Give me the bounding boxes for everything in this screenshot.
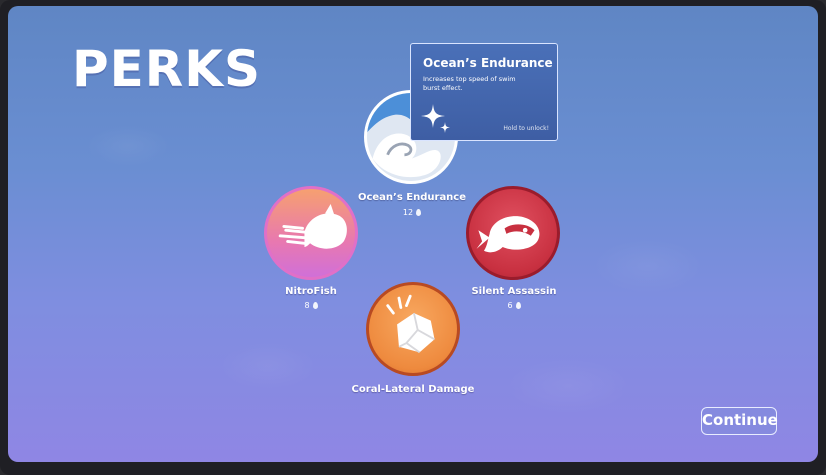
perk-cost-oceans-endurance: 12 [382, 208, 442, 217]
continue-button[interactable]: Continue [701, 407, 778, 435]
tooltip-description: Increases top speed of swim burst effect… [423, 75, 516, 92]
perk-label-coral-lateral-damage: Coral-Lateral Damage [351, 384, 475, 395]
cost-value: 12 [402, 208, 414, 217]
tooltip-title: Ocean’s Endurance [423, 56, 553, 70]
perk-label-oceans-endurance: Ocean’s Endurance [357, 192, 467, 203]
speed-fish-icon [278, 203, 347, 249]
cost-value: 6 [507, 301, 513, 310]
sparkle-icon [421, 104, 450, 133]
ninja-fish-icon [476, 216, 540, 253]
cost-value: 8 [304, 301, 310, 310]
droplet-icon [416, 209, 422, 216]
rock-icon [386, 294, 435, 354]
perk-coral-lateral-damage[interactable] [366, 282, 460, 376]
perk-cost-silent-assassin: 6 [484, 301, 544, 310]
tooltip-hint: Hold to unlock! [503, 125, 549, 132]
perk-label-nitrofish: NitroFish [285, 286, 337, 297]
perk-silent-assassin[interactable] [466, 186, 560, 280]
perk-cost-nitrofish: 8 [281, 301, 341, 310]
perk-tooltip: Ocean’s Endurance Increases top speed of… [410, 43, 558, 141]
perk-nitrofish[interactable] [264, 186, 358, 280]
page-title: PERKS [72, 40, 262, 98]
droplet-icon [515, 302, 521, 309]
droplet-icon [312, 302, 318, 309]
perks-screen: PERKS Ocean’s Endurance 12 NitroFish 8 S… [8, 6, 818, 462]
perk-label-silent-assassin: Silent Assassin [471, 286, 557, 297]
device-frame: PERKS Ocean’s Endurance 12 NitroFish 8 S… [0, 0, 826, 475]
